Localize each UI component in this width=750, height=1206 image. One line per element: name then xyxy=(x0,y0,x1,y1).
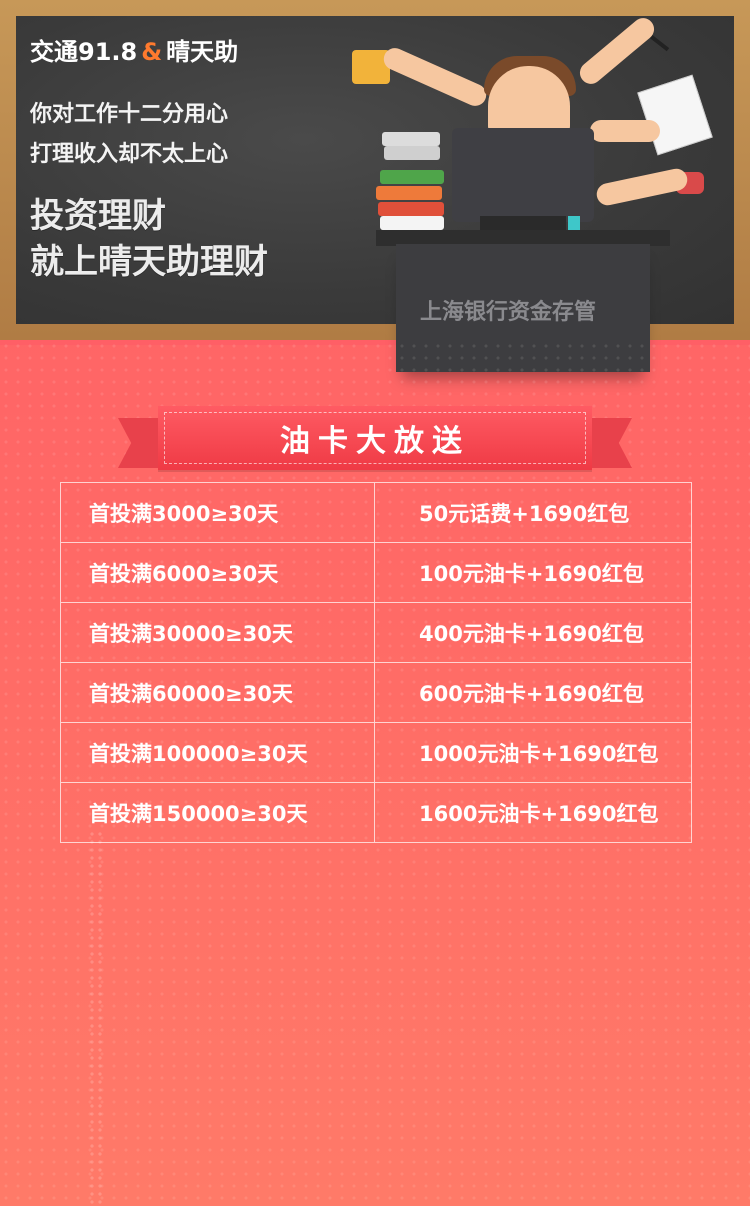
reward-cell: 100元油卡+1690红包 xyxy=(419,561,644,586)
reward-cell: 600元油卡+1690红包 xyxy=(419,681,644,706)
ribbon-title: 油卡大放送 xyxy=(280,424,470,459)
table-row: 首投满6000≥30天 100元油卡+1690红包 xyxy=(61,542,691,602)
condition-cell: 首投满100000≥30天 xyxy=(61,723,375,782)
table-row: 首投满100000≥30天 1000元油卡+1690红包 xyxy=(61,722,691,782)
background-dots-strip xyxy=(88,830,104,1206)
book xyxy=(378,202,444,216)
brand-ampersand: & xyxy=(141,38,163,66)
desk-label: 上海银行资金存管 xyxy=(420,300,597,325)
condition-cell: 首投满6000≥30天 xyxy=(61,543,375,602)
brand-part-1: 交通91.8 xyxy=(30,38,138,66)
reward-cell: 400元油卡+1690红包 xyxy=(419,621,644,646)
headline-2: 就上晴天助理财 xyxy=(30,242,268,282)
book xyxy=(384,146,440,160)
tagline-2: 打理收入却不太上心 xyxy=(30,142,229,167)
ribbon-main: 油卡大放送 xyxy=(158,406,592,470)
tagline-1: 你对工作十二分用心 xyxy=(30,102,229,127)
table-row: 首投满3000≥30天 50元话费+1690红包 xyxy=(61,483,691,542)
character-head xyxy=(488,66,570,136)
hero-banner: 交通91.8 & 晴天助 你对工作十二分用心 打理收入却不太上心 投资理财 就上晴天… xyxy=(0,0,750,372)
headline-1: 投资理财 xyxy=(30,196,166,236)
condition-cell: 首投满150000≥30天 xyxy=(61,783,375,842)
book xyxy=(380,216,444,230)
monitor-icon xyxy=(452,128,594,222)
table-row: 首投满30000≥30天 400元油卡+1690红包 xyxy=(61,602,691,662)
condition-cell: 首投满3000≥30天 xyxy=(61,483,375,542)
ribbon-banner: 油卡大放送 xyxy=(118,402,632,482)
brand-part-2: 晴天助 xyxy=(166,38,239,66)
book xyxy=(376,186,442,200)
monitor-foot-right xyxy=(568,216,580,230)
reward-cell: 50元话费+1690红包 xyxy=(419,501,630,526)
reward-cell: 1600元油卡+1690红包 xyxy=(419,801,659,826)
arm-right-mid xyxy=(590,120,660,142)
reward-cell: 1000元油卡+1690红包 xyxy=(419,741,659,766)
table-row: 首投满150000≥30天 1600元油卡+1690红包 xyxy=(61,782,691,842)
book xyxy=(380,170,444,184)
book xyxy=(382,132,440,146)
condition-cell: 首投满60000≥30天 xyxy=(61,663,375,722)
table-row: 首投满60000≥30天 600元油卡+1690红包 xyxy=(61,662,691,722)
brand-logo: 交通91.8 & 晴天助 xyxy=(30,32,238,67)
condition-cell: 首投满30000≥30天 xyxy=(61,603,375,662)
reward-table: 首投满3000≥30天 50元话费+1690红包 首投满6000≥30天 100… xyxy=(60,482,692,843)
